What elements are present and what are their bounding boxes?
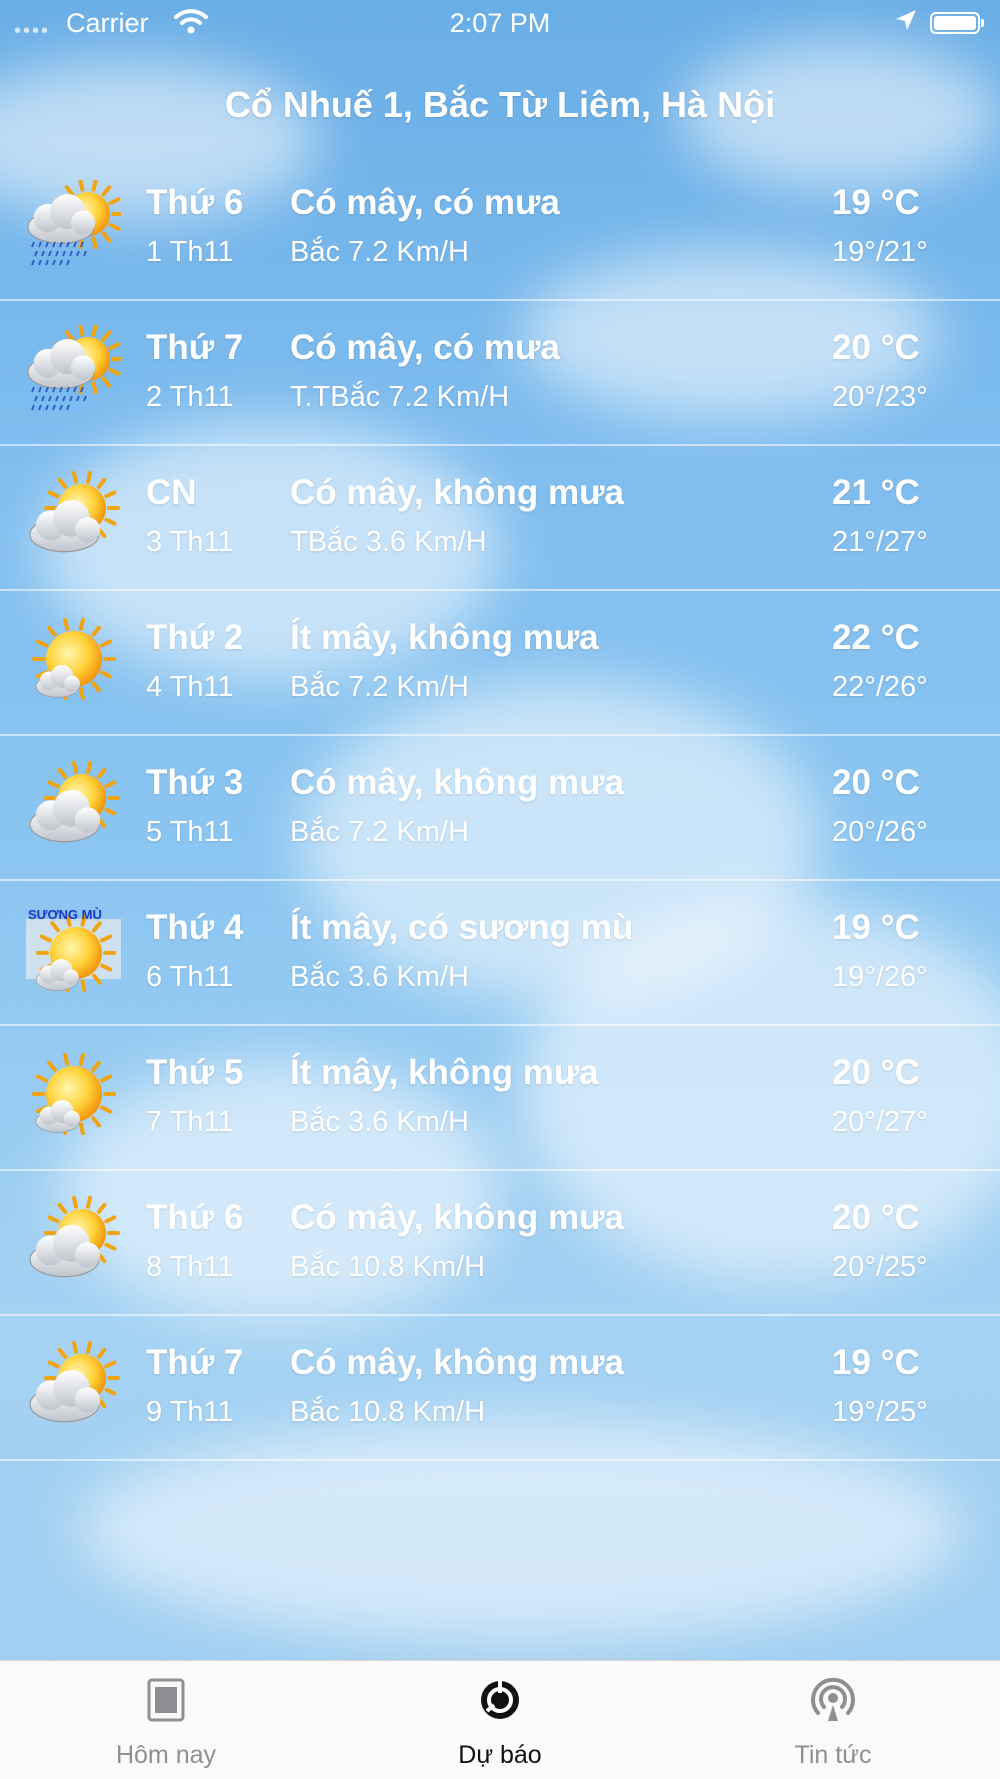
forecast-row[interactable]: Thứ 5 7 Th11 Ít mây, không mưa Bắc 3.6 K… <box>0 1026 1000 1171</box>
cloud-sun-icon <box>26 760 121 855</box>
forecast-temperature: 19 °C <box>832 183 920 222</box>
forecast-date: 1 Th11 <box>146 236 234 268</box>
forecast-row[interactable]: Thứ 3 5 Th11 Có mây, không mưa Bắc 7.2 K… <box>0 736 1000 881</box>
forecast-condition: Có mây, không mưa <box>290 763 624 802</box>
forecast-row[interactable]: Thứ 7 2 Th11 Có mây, có mưa T.TBắc 7.2 K… <box>0 301 1000 446</box>
forecast-temp-range: 20°/23° <box>832 381 928 413</box>
rain-cloud-sun-icon <box>26 178 124 275</box>
forecast-wind: Bắc 7.2 Km/H <box>290 671 469 703</box>
forecast-date: 4 Th11 <box>146 671 234 703</box>
forecast-row[interactable]: Thứ 2 4 Th11 Ít mây, không mưa Bắc 7.2 K… <box>0 591 1000 736</box>
forecast-condition: Có mây, có mưa <box>290 328 560 367</box>
document-icon <box>144 1677 188 1723</box>
forecast-temp-range: 19°/26° <box>832 961 928 993</box>
forecast-day: Thứ 5 <box>146 1053 244 1092</box>
forecast-wind: Bắc 3.6 Km/H <box>290 1106 469 1138</box>
forecast-wind: Bắc 7.2 Km/H <box>290 816 469 848</box>
forecast-condition: Có mây, không mưa <box>290 473 624 512</box>
forecast-temperature: 19 °C <box>832 908 920 947</box>
forecast-day: Thứ 2 <box>146 618 244 657</box>
battery-icon <box>930 12 984 34</box>
forecast-condition: Ít mây, có sương mù <box>290 908 634 947</box>
forecast-date: 3 Th11 <box>146 526 234 558</box>
sun-small-cloud-icon <box>26 1050 121 1145</box>
tab-today-label: Hôm nay <box>115 1741 217 1769</box>
status-time: 2:07 PM <box>449 8 551 38</box>
forecast-temp-range: 22°/26° <box>832 671 928 703</box>
forecast-row[interactable]: Thứ 7 9 Th11 Có mây, không mưa Bắc 10.8 … <box>0 1316 1000 1461</box>
forecast-day: Thứ 4 <box>146 908 244 947</box>
forecast-wind: Bắc 3.6 Km/H <box>290 961 469 993</box>
forecast-date: 8 Th11 <box>146 1251 234 1283</box>
tab-forecast-label: Dự báo <box>458 1741 542 1769</box>
tab-news[interactable]: Tin tức <box>733 1661 933 1779</box>
forecast-temp-range: 21°/27° <box>832 526 928 558</box>
cloud-sun-icon <box>26 1340 121 1435</box>
tab-forecast[interactable]: Dự báo <box>400 1661 600 1779</box>
forecast-row[interactable]: Thứ 6 1 Th11 Có mây, có mưa Bắc 7.2 Km/H… <box>0 156 1000 301</box>
fog-sun-icon: SƯƠNG MÙ <box>26 905 121 1000</box>
forecast-day: Thứ 6 <box>146 1198 244 1237</box>
forecast-row[interactable]: CN 3 Th11 Có mây, không mưa TBắc 3.6 Km/… <box>0 446 1000 591</box>
status-bar: •••• Carrier 2:07 PM <box>0 0 1000 48</box>
forecast-date: 6 Th11 <box>146 961 234 993</box>
forecast-date: 7 Th11 <box>146 1106 234 1138</box>
cloud-sun-icon <box>26 1195 121 1290</box>
forecast-day: Thứ 3 <box>146 763 244 802</box>
broadcast-icon <box>811 1677 855 1723</box>
tab-news-label: Tin tức <box>794 1741 872 1769</box>
tab-bar: Hôm nay Dự báo Tin tức <box>0 1660 1000 1779</box>
cloud-sun-icon <box>26 470 121 565</box>
forecast-wind: Bắc 7.2 Km/H <box>290 236 469 268</box>
forecast-icon <box>478 1677 522 1723</box>
forecast-temp-range: 20°/26° <box>832 816 928 848</box>
forecast-temp-range: 19°/21° <box>832 236 928 268</box>
forecast-date: 2 Th11 <box>146 381 234 413</box>
forecast-condition: Ít mây, không mưa <box>290 1053 599 1092</box>
svg-text:SƯƠNG MÙ: SƯƠNG MÙ <box>28 907 102 922</box>
forecast-day: Thứ 7 <box>146 328 244 367</box>
sun-small-cloud-icon <box>26 615 121 710</box>
forecast-wind: Bắc 10.8 Km/H <box>290 1396 486 1428</box>
forecast-temperature: 22 °C <box>832 618 920 657</box>
forecast-condition: Có mây, có mưa <box>290 183 560 222</box>
forecast-row[interactable]: SƯƠNG MÙ Thứ 4 6 Th11 Ít mây, có sương m… <box>0 881 1000 1026</box>
forecast-temperature: 19 °C <box>832 1343 920 1382</box>
forecast-temperature: 20 °C <box>832 328 920 367</box>
forecast-row[interactable]: Thứ 6 8 Th11 Có mây, không mưa Bắc 10.8 … <box>0 1171 1000 1316</box>
forecast-temp-range: 19°/25° <box>832 1396 928 1428</box>
forecast-temperature: 20 °C <box>832 1053 920 1092</box>
forecast-temp-range: 20°/27° <box>832 1106 928 1138</box>
location-title: Cổ Nhuế 1, Bắc Từ Liêm, Hà Nội <box>224 84 776 125</box>
forecast-date: 9 Th11 <box>146 1396 234 1428</box>
forecast-wind: T.TBắc 7.2 Km/H <box>290 381 510 413</box>
forecast-temperature: 21 °C <box>832 473 920 512</box>
forecast-day: CN <box>146 473 197 512</box>
forecast-day: Thứ 7 <box>146 1343 244 1382</box>
forecast-list[interactable]: Thứ 6 1 Th11 Có mây, có mưa Bắc 7.2 Km/H… <box>0 156 1000 1461</box>
forecast-date: 5 Th11 <box>146 816 234 848</box>
forecast-condition: Có mây, không mưa <box>290 1198 624 1237</box>
location-arrow-icon <box>894 8 918 41</box>
forecast-wind: TBắc 3.6 Km/H <box>290 526 487 558</box>
rain-cloud-sun-icon <box>26 323 124 420</box>
forecast-temperature: 20 °C <box>832 763 920 802</box>
forecast-wind: Bắc 10.8 Km/H <box>290 1251 486 1283</box>
forecast-temp-range: 20°/25° <box>832 1251 928 1283</box>
forecast-temperature: 20 °C <box>832 1198 920 1237</box>
forecast-day: Thứ 6 <box>146 183 244 222</box>
tab-today[interactable]: Hôm nay <box>66 1661 266 1779</box>
forecast-condition: Có mây, không mưa <box>290 1343 624 1382</box>
forecast-condition: Ít mây, không mưa <box>290 618 599 657</box>
